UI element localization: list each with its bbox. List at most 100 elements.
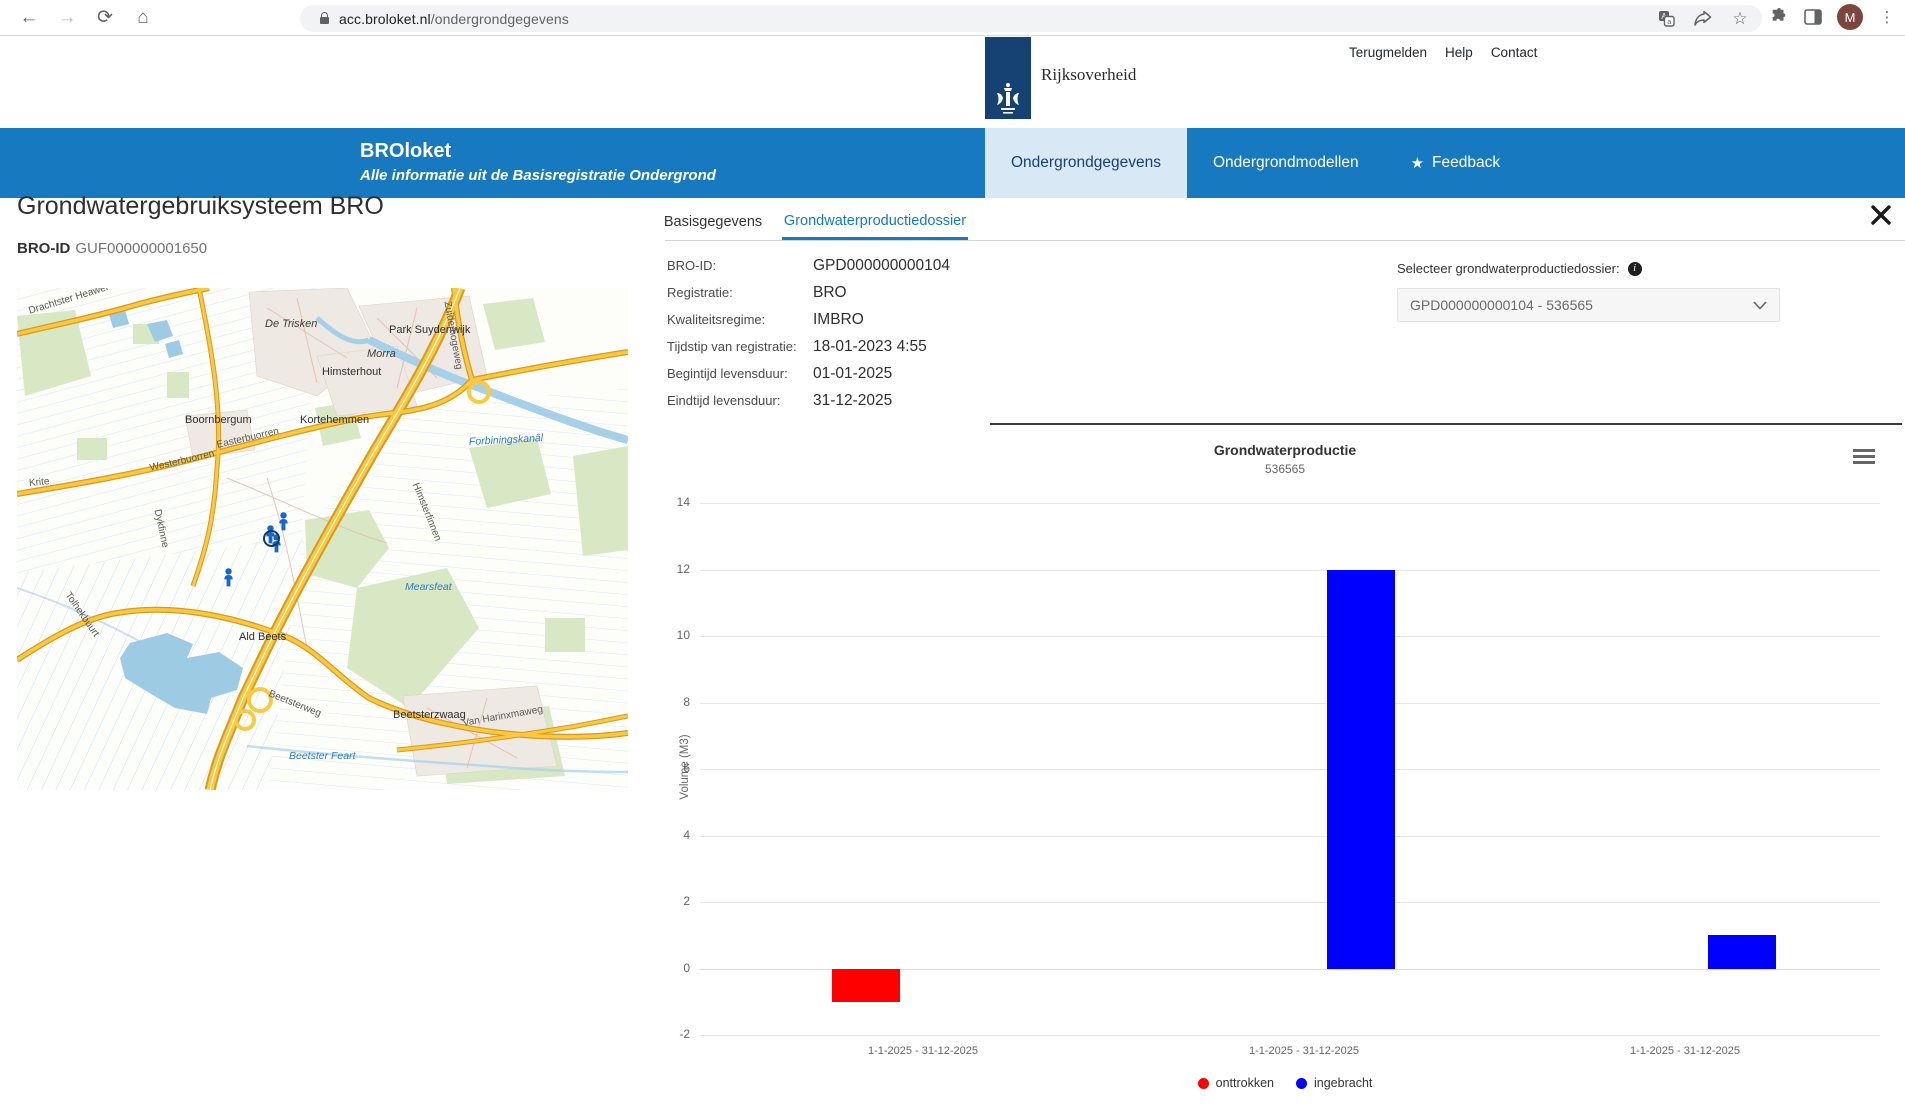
chevron-down-icon	[1753, 297, 1767, 313]
legend-item-ingebracht[interactable]: ingebracht	[1296, 1076, 1372, 1090]
detail-field-row: Registratie:BRO	[667, 279, 950, 306]
gridline	[700, 703, 1880, 704]
bookmark-star-icon[interactable]: ☆	[1730, 9, 1750, 29]
map-label-mearsfeat: Mearsfeat	[405, 581, 452, 593]
share-icon[interactable]	[1693, 9, 1713, 29]
legend-label: onttrokken	[1216, 1076, 1274, 1090]
nav-items: Ondergrondgegevens Ondergrondmodellen ★ Fee…	[985, 128, 1526, 198]
map-label-boornbergum: Boornbergum	[185, 414, 252, 426]
nav-item-label: Ondergrondgegevens	[1011, 154, 1161, 172]
rijksoverheid-crest-icon	[991, 79, 1025, 119]
extensions-puzzle-icon[interactable]	[1769, 7, 1789, 27]
chart-legend: onttrokken ingebracht	[665, 1076, 1905, 1090]
detail-tabs: Basisgegevens Grondwaterproductiedossier	[665, 204, 1905, 241]
main-navigation: BROloket Alle informatie uit de Basisreg…	[0, 128, 1905, 198]
field-label: Registratie:	[667, 285, 813, 300]
nav-item-ondergrondmodellen[interactable]: Ondergrondmodellen	[1187, 128, 1385, 198]
detail-field-row: Kwaliteitsregime:IMBRO	[667, 306, 950, 333]
gridline	[700, 902, 1880, 903]
dossier-selector-label-text: Selecteer grondwaterproductiedossier:	[1397, 261, 1620, 276]
y-axis-tick: 10	[650, 628, 690, 642]
legend-dot-icon	[1198, 1078, 1209, 1089]
header-link-help[interactable]: Help	[1445, 45, 1473, 60]
y-axis-tick: 2	[650, 894, 690, 908]
gridline	[700, 503, 1880, 504]
bar-ingebracht-cat3[interactable]	[1708, 935, 1776, 968]
dossier-select-value: GPD000000000104 - 536565	[1410, 297, 1593, 313]
chart-menu-icon[interactable]	[1853, 449, 1875, 467]
detail-fields: BRO-ID:GPD000000000104Registratie:BROKwa…	[667, 252, 950, 414]
y-axis-tick: 4	[650, 828, 690, 842]
dossier-selector-label: Selecteer grondwaterproductiedossier: i	[1397, 261, 1642, 276]
browser-toolbar: ← → ⟳ ⌂ acc.broloket.nl/ondergrondgegeve…	[0, 0, 1905, 36]
selected-location-ring[interactable]	[263, 530, 280, 547]
screen: ← → ⟳ ⌂ acc.broloket.nl/ondergrondgegeve…	[0, 0, 1905, 1111]
map-label-morra: Morra	[367, 348, 396, 360]
chart-subtitle: 536565	[665, 462, 1905, 476]
star-icon: ★	[1411, 154, 1424, 172]
section-divider	[990, 423, 1902, 425]
home-icon[interactable]: ⌂	[128, 3, 158, 33]
gridline	[700, 836, 1880, 837]
detail-field-row: Tijdstip van registratie:18-01-2023 4:55	[667, 333, 950, 360]
url-text[interactable]: acc.broloket.nl/ondergrondgegevens	[339, 11, 569, 27]
chart-title: Grondwaterproductie	[665, 442, 1905, 458]
field-value: 31-12-2025	[813, 392, 892, 410]
rijksoverheid-logo	[985, 37, 1031, 119]
forward-icon[interactable]: →	[52, 3, 82, 33]
brand-title[interactable]: BROloket	[360, 140, 451, 163]
map-label-beetster-feart: Beetster Feart	[289, 750, 356, 762]
detail-field-row: BRO-ID:GPD000000000104	[667, 252, 950, 279]
nav-item-label: Ondergrondmodellen	[1213, 154, 1359, 172]
tab-basisgegevens[interactable]: Basisgegevens	[667, 204, 759, 240]
bro-id-line: BRO-ID GUF000000001650	[17, 240, 207, 257]
reload-icon[interactable]: ⟳	[90, 3, 120, 33]
tab-grondwaterproductiedossier[interactable]: Grondwaterproductiedossier	[782, 204, 968, 240]
logo-wordmark: Rijksoverheid	[1041, 65, 1136, 85]
grondwaterproductie-chart: Grondwaterproductie 536565 Volume (M3) 1…	[665, 426, 1905, 1108]
bro-id-label: BRO-ID	[17, 240, 70, 257]
y-axis-tick: 14	[650, 495, 690, 509]
gridline	[700, 1035, 1880, 1036]
browser-menu-icon[interactable]: ⋮	[1877, 7, 1897, 27]
side-panel-icon[interactable]	[1803, 7, 1823, 27]
bro-id-value: GUF000000001650	[75, 240, 207, 257]
field-value: 18-01-2023 4:55	[813, 338, 927, 356]
profile-avatar[interactable]: M	[1837, 4, 1863, 30]
header-link-contact[interactable]: Contact	[1491, 45, 1538, 60]
field-label: Begintijd levensduur:	[667, 366, 813, 381]
translate-icon[interactable]: Aa	[1656, 9, 1676, 29]
info-icon[interactable]: i	[1628, 262, 1642, 276]
field-value: BRO	[813, 284, 847, 302]
map-label-himsterhout: Himsterhout	[322, 366, 381, 378]
field-value: IMBRO	[813, 311, 864, 329]
legend-item-onttrokken[interactable]: onttrokken	[1198, 1076, 1274, 1090]
header-link-terugmelden[interactable]: Terugmelden	[1349, 45, 1427, 60]
map-label-beetsterzwaag: Beetsterzwaag	[393, 709, 466, 721]
y-axis-tick: 6	[650, 761, 690, 775]
bar-onttrokken-cat1[interactable]	[832, 969, 900, 1002]
nav-item-ondergrondgegevens[interactable]: Ondergrondgegevens	[985, 128, 1187, 198]
x-axis-label: 1-1-2025 - 31-12-2025	[773, 1045, 1073, 1057]
x-axis-label: 1-1-2025 - 31-12-2025	[1154, 1045, 1454, 1057]
page-title: Grondwatergebruiksysteem BRO	[17, 192, 384, 221]
bar-ingebracht-cat2[interactable]	[1327, 570, 1395, 969]
legend-label: ingebracht	[1314, 1076, 1372, 1090]
legend-dot-icon	[1296, 1078, 1307, 1089]
field-value: GPD000000000104	[813, 257, 950, 275]
x-axis-label: 1-1-2025 - 31-12-2025	[1535, 1045, 1835, 1057]
dossier-select[interactable]: GPD000000000104 - 536565	[1397, 288, 1780, 322]
field-value: 01-01-2025	[813, 365, 892, 383]
address-bar[interactable]: acc.broloket.nl/ondergrondgegevens Aa ☆	[300, 5, 1762, 32]
site-header: Rijksoverheid Terugmelden Help Contact	[0, 37, 1905, 128]
field-label: Kwaliteitsregime:	[667, 312, 813, 327]
nav-item-label: Feedback	[1432, 154, 1500, 172]
header-links: Terugmelden Help Contact	[1349, 45, 1537, 60]
gridline	[700, 769, 1880, 770]
field-label: Eindtijd levensduur:	[667, 393, 813, 408]
nav-item-feedback[interactable]: ★ Feedback	[1385, 128, 1527, 198]
y-axis-tick: 12	[650, 562, 690, 576]
brand-tagline: Alle informatie uit de Basisregistratie …	[360, 167, 716, 184]
back-icon[interactable]: ←	[14, 3, 44, 33]
topographic-map[interactable]: Drachtster HeaweiDe TriskenPark Suydenwi…	[17, 288, 628, 790]
